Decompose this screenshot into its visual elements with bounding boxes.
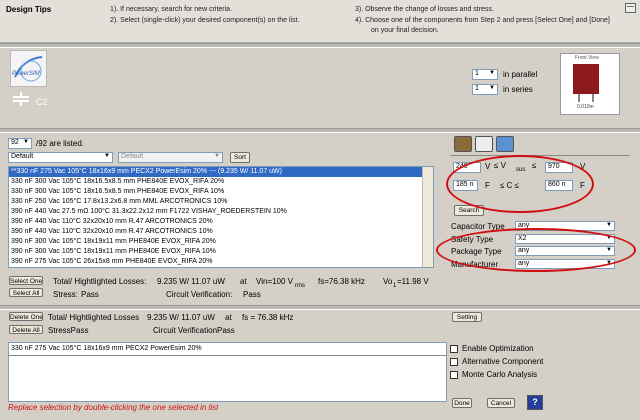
component-list-item[interactable]: 390 nF 300 Vac 105°C 18x19x11 mm PHE840E… <box>9 247 433 257</box>
component-list[interactable]: **330 nF 275 Vac 105°C 18x16x9 mm PECX2 … <box>8 166 434 268</box>
lower-losses-label: Total/ Hightlighted Losses <box>48 313 140 322</box>
component-list-item[interactable]: 330 nF 250 Vac 105°C 17.8x13.2x6.8 mm MM… <box>9 197 433 207</box>
separator <box>0 128 640 133</box>
delete-all-button[interactable]: Delete All <box>9 325 43 334</box>
tip-4: 4). Choose one of the components from St… <box>355 17 610 24</box>
component-list-item[interactable]: 390 nF 275 Vac 105°C 26x15x8 mm PHE840E … <box>9 257 433 267</box>
separator <box>0 43 640 48</box>
chevron-down-icon: ▼ <box>489 85 495 91</box>
logo-text: PowerSIM <box>12 71 40 77</box>
upper-losses-label: Total/ Hightlighted Losses: <box>53 277 147 286</box>
upper-cv-label: Circuit Verification: <box>166 290 233 299</box>
setting-button[interactable]: Setting <box>452 312 482 322</box>
component-reference: C2 <box>36 97 48 107</box>
vo-subscript: 1 <box>393 283 397 289</box>
highlight-ellipse <box>446 155 594 213</box>
preview-title: Front View <box>575 55 599 61</box>
component-preview: Front View 0.010m <box>560 53 620 115</box>
capacitor-image <box>573 64 599 94</box>
lower-losses-value: 9.235 W/ 11.07 uW <box>147 313 215 322</box>
fs-value: fs=76.38 kHz <box>318 277 365 286</box>
selected-component-row[interactable]: 330 nF 275 Vac 105°C 18x16x9 mm PECX2 Po… <box>9 343 446 356</box>
cancel-button[interactable]: Cancel <box>487 398 515 408</box>
upper-stress-value: Pass <box>81 290 99 299</box>
component-list-item[interactable]: 390 nF 440 Vac 27.5 mΩ 100°C 31.3x22.2x1… <box>9 207 433 217</box>
monte-carlo-checkbox[interactable] <box>450 371 458 379</box>
upper-cv-value: Pass <box>243 290 261 299</box>
lower-at-label: at <box>225 313 232 322</box>
logo-icon <box>14 56 43 82</box>
chevron-down-icon: ▼ <box>214 153 220 159</box>
minimize-button[interactable]: — <box>625 3 636 13</box>
filter-select-2[interactable]: Default ▼ <box>118 152 223 163</box>
select-one-button[interactable]: Select One <box>9 276 43 285</box>
vo-label: Vo <box>383 277 393 286</box>
tip-3: 3). Observe the change of losses and str… <box>355 6 494 13</box>
series-label: in series <box>503 85 533 94</box>
parallel-label: in parallel <box>503 70 538 79</box>
selected-components-list[interactable]: 330 nF 275 Vac 105°C 18x16x9 mm PECX2 Po… <box>8 342 447 402</box>
component-list-item[interactable]: 390 nF 440 Vac 110°C 32x20x10 mm R.47 AR… <box>9 217 433 227</box>
filter-select-1[interactable]: Default ▼ <box>8 152 113 163</box>
done-button[interactable]: Done <box>452 398 472 408</box>
list-count-select[interactable]: 92 ▼ <box>8 138 32 149</box>
component-list-item[interactable]: 390 nF 300 Vac 105°C 18x19x11 mm PHE840E… <box>9 237 433 247</box>
select-all-button[interactable]: Select All <box>9 288 43 297</box>
capacitor-symbol-icon <box>13 92 29 106</box>
sort-button[interactable]: Sort <box>230 152 250 163</box>
database-icon[interactable] <box>454 136 472 152</box>
lower-stress: StressPass <box>48 326 89 335</box>
lower-cv: Circuit VerificationPass <box>153 326 235 335</box>
enable-optimization-checkbox[interactable] <box>450 345 458 353</box>
preview-dimension: 0.010m <box>577 104 594 110</box>
component-list-item[interactable]: 390 nF 440 Vac 110°C 32x20x10 mm R.47 AR… <box>9 227 433 237</box>
list-scrollbar[interactable] <box>422 167 433 267</box>
grid-icon[interactable] <box>475 136 493 152</box>
powersim-logo: PowerSIM <box>10 50 47 87</box>
delete-one-button[interactable]: Delete One <box>9 312 43 321</box>
replace-hint: Replace selection by double-clicking the… <box>8 403 219 412</box>
highlight-ellipse <box>436 228 636 272</box>
alternative-component-label: Alternative Component <box>462 357 544 366</box>
design-tips-title: Design Tips <box>6 5 52 14</box>
vin-value: Vin=100 V <box>256 277 293 286</box>
tip-4-cont: on your final decision. <box>371 27 439 34</box>
chevron-down-icon: ▼ <box>606 222 612 228</box>
chevron-down-icon: ▼ <box>23 139 29 145</box>
chevron-down-icon: ▼ <box>104 153 110 159</box>
chevron-down-icon: ▼ <box>489 70 495 76</box>
component-list-item[interactable]: **330 nF 275 Vac 105°C 18x16x9 mm PECX2 … <box>9 167 433 177</box>
vo-value: =11.98 V <box>397 277 429 286</box>
upper-at-label: at <box>240 277 247 286</box>
series-select[interactable]: 1 ▼ <box>472 84 498 95</box>
lower-fs-value: fs = 76.38 kHz <box>242 313 294 322</box>
help-icon[interactable]: ? <box>527 395 543 410</box>
vin-subscript: rms <box>295 283 305 289</box>
tip-2: 2). Select (single-click) your desired c… <box>110 17 300 24</box>
upper-losses-value: 9.235 W/ 11.07 uW <box>157 277 225 286</box>
component-list-item[interactable]: 330 nF 300 Vac 105°C 18x16.5x8.5 mm PHE8… <box>9 177 433 187</box>
list-count-text: /92 are listed. <box>36 139 85 148</box>
separator <box>0 305 640 310</box>
parallel-select[interactable]: 1 ▼ <box>472 69 498 80</box>
component-list-item[interactable]: 330 nF 300 Vac 105°C 18x16.5x8.5 mm PHE8… <box>9 187 433 197</box>
enable-optimization-label: Enable Optimization <box>462 344 534 353</box>
design-tips-bar: Design Tips 1). If necessary, search for… <box>0 0 640 43</box>
monte-carlo-label: Monte Carlo Analysis <box>462 370 538 379</box>
folder-icon[interactable] <box>496 136 514 152</box>
alternative-component-checkbox[interactable] <box>450 358 458 366</box>
tip-1: 1). If necessary, search for new criteri… <box>110 6 233 13</box>
upper-stress-label: Stress: <box>53 290 78 299</box>
